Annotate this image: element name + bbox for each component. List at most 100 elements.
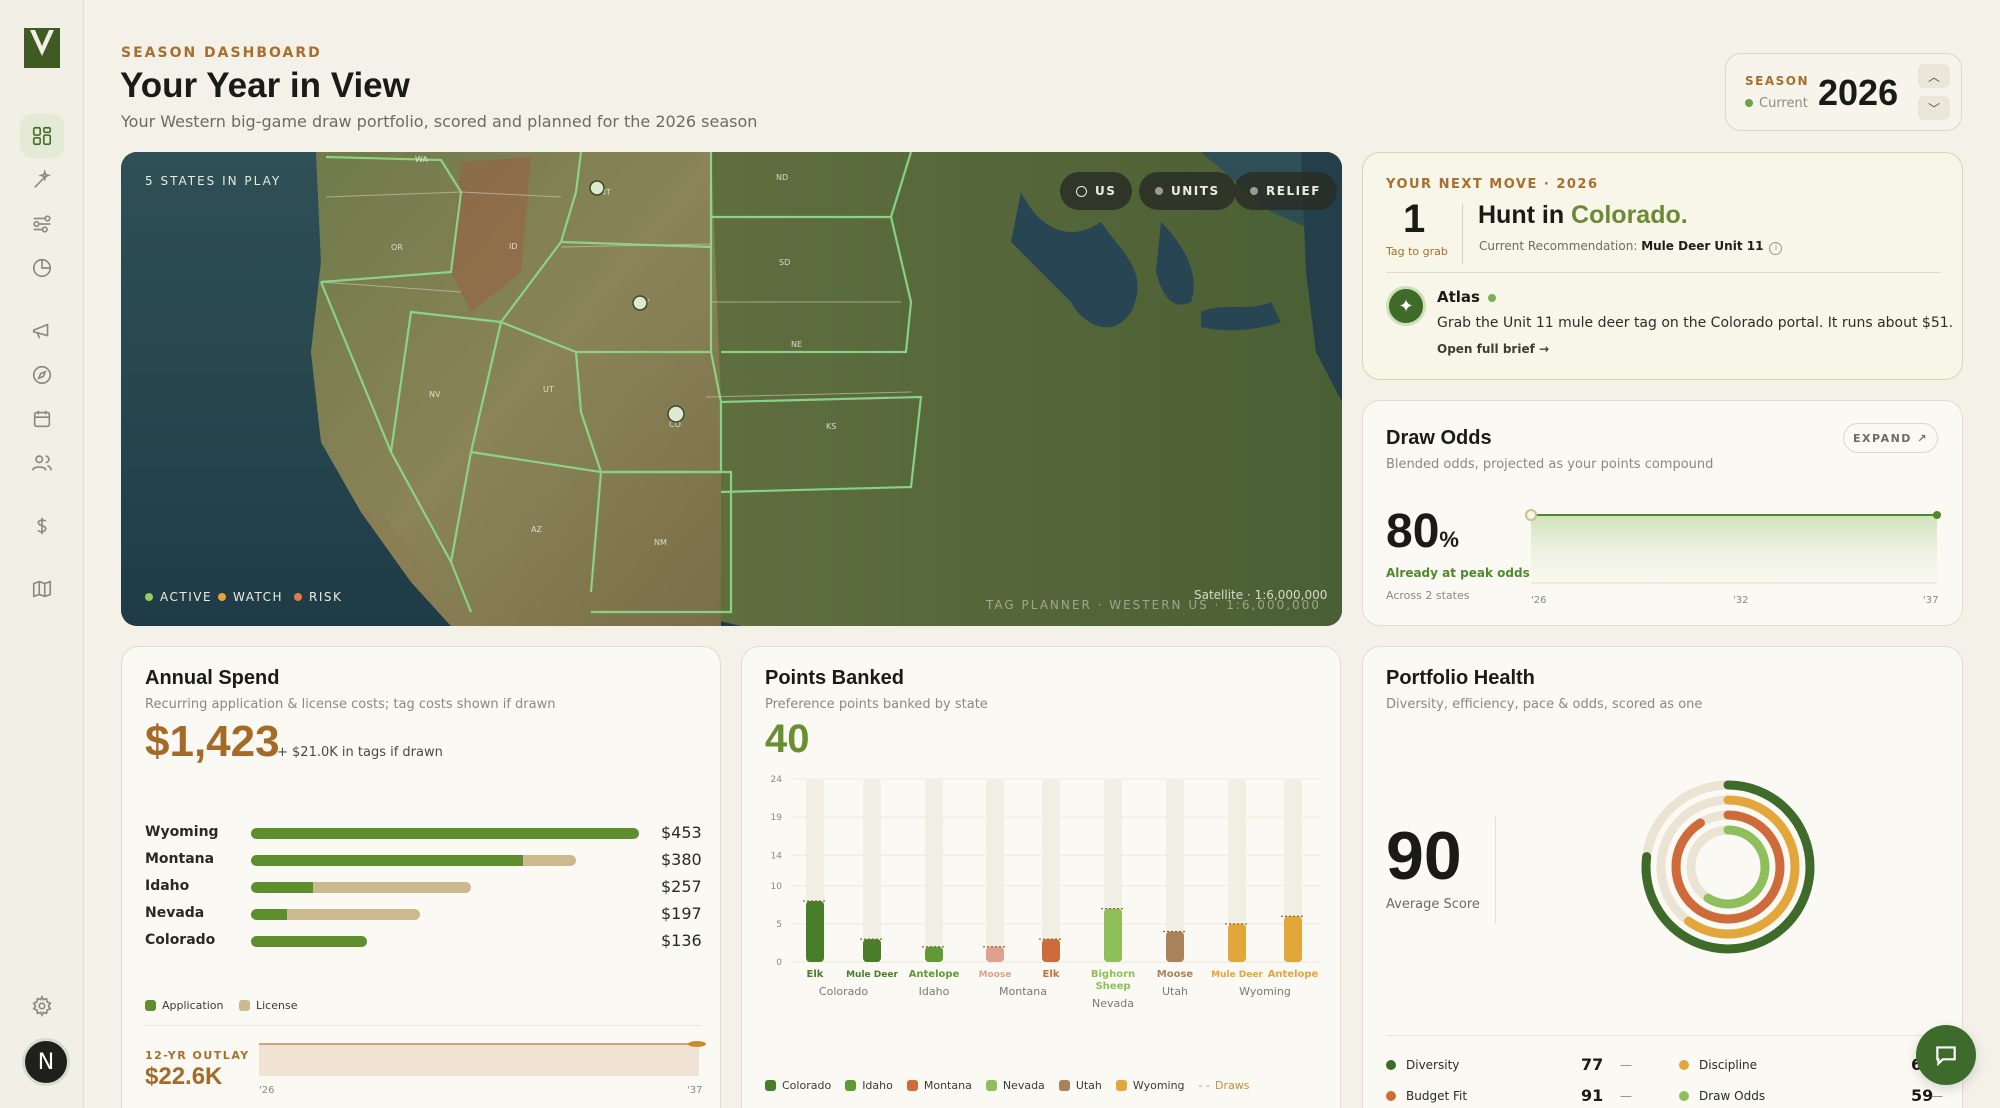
legend-application: Application (145, 999, 223, 1012)
legend-item: Montana (906, 1079, 972, 1092)
nav-applications-icon[interactable] (20, 309, 64, 353)
outlay-value: $22.6K (145, 1063, 223, 1090)
points-bar[interactable] (806, 901, 824, 962)
outlay-area (259, 1044, 699, 1076)
chat-button[interactable] (1916, 1025, 1976, 1085)
season-year: 2026 (1818, 72, 1899, 113)
points-bar[interactable] (925, 946, 943, 962)
points-bar[interactable] (1284, 916, 1302, 962)
map-toggle-relief[interactable]: RELIEF (1234, 172, 1337, 210)
bar-track (1042, 779, 1060, 962)
draw-odds-title: Draw Odds (1386, 427, 1492, 449)
metric-value: 59 (1911, 1086, 1934, 1105)
states-map[interactable]: WAORID NVUTAZ NMMTWY CONDSD NEKS 5 STATE… (121, 152, 1342, 626)
legend-swatch (1115, 1080, 1127, 1091)
portfolio-health-title: Portfolio Health (1386, 667, 1535, 689)
atlas-message: Grab the Unit 11 mule deer tag on the Co… (1437, 315, 1954, 331)
spend-state: Montana (145, 851, 215, 867)
season-down-button[interactable]: ﹀ (1918, 96, 1950, 120)
atlas-name-text: Atlas (1437, 288, 1480, 306)
legend-license-label: License (256, 999, 298, 1012)
info-icon[interactable]: i (1769, 242, 1783, 255)
open-brief-link[interactable]: Open full brief → (1437, 342, 1549, 356)
nav-calendar-icon[interactable] (20, 397, 64, 441)
metric-label: Diversity (1406, 1058, 1460, 1072)
across-states-label: Across 2 states (1386, 589, 1470, 602)
settings-gear-icon[interactable] (20, 984, 64, 1028)
user-avatar[interactable]: N (22, 1038, 70, 1086)
legend-swatch (906, 1080, 918, 1091)
points-bar[interactable] (1166, 931, 1184, 963)
nav-group-icon[interactable] (20, 441, 64, 485)
application-bar (251, 909, 287, 920)
recommendation-label: Current Recommendation: (1479, 239, 1642, 253)
nav-dashboard-icon[interactable] (20, 114, 64, 158)
avatar-initial: N (37, 1049, 55, 1075)
application-bar (251, 855, 524, 866)
expand-button[interactable]: EXPAND ↗ (1843, 423, 1938, 453)
season-selector[interactable]: SEASON Current 2026 ︿ ﹀ (1725, 53, 1962, 131)
nav-explore-icon[interactable] (20, 353, 64, 397)
svg-text:NE: NE (791, 340, 802, 349)
trend-flat-icon: — (1931, 1089, 1943, 1103)
nav-map-icon[interactable] (20, 567, 64, 611)
nav-finance-icon[interactable] (20, 504, 64, 548)
map-toggle-us[interactable]: US (1060, 172, 1133, 210)
season-up-button[interactable]: ︿ (1918, 64, 1950, 88)
spend-state: Idaho (145, 878, 190, 894)
annual-spend-title: Annual Spend (145, 667, 280, 689)
chat-bubble-icon (1936, 1046, 1956, 1067)
application-swatch (145, 1000, 156, 1011)
metric-label: Draw Odds (1699, 1089, 1766, 1103)
points-bar[interactable] (1104, 908, 1122, 962)
nav-strategy-icon[interactable] (20, 158, 64, 202)
bar-track (986, 779, 1004, 962)
svg-text:SD: SD (779, 258, 790, 267)
metric-diversity: Diversity (1386, 1058, 1459, 1072)
map-toggle-units-label: UNITS (1171, 184, 1220, 198)
svg-text:OR: OR (391, 243, 403, 252)
spend-row: Wyoming $453 (145, 823, 705, 843)
nav-planner-icon[interactable] (20, 202, 64, 246)
points-total: 40 (765, 717, 810, 761)
state-group-label: Colorado (819, 985, 868, 998)
odds-value: 80% (1386, 504, 1459, 559)
map-toggle-units[interactable]: UNITS (1139, 172, 1236, 210)
species-label: Elk (1043, 969, 1060, 980)
legend-swatch (985, 1080, 997, 1091)
nav-portfolio-icon[interactable] (20, 246, 64, 290)
outlay-sparkline: '26 '37 (259, 1041, 706, 1096)
map-legend-active: ACTIVE (145, 590, 212, 604)
species-label: Antelope (909, 969, 960, 980)
y-tick-label: 24 (771, 775, 783, 785)
points-bar[interactable] (986, 946, 1004, 962)
spend-value: $257 (661, 877, 702, 896)
species-label: Mule Deer (1211, 970, 1263, 980)
health-score-label: Average Score (1386, 897, 1480, 912)
metric-label: Discipline (1699, 1058, 1758, 1072)
license-bar (523, 855, 577, 866)
page-subtitle: Your Western big-game draw portfolio, sc… (121, 112, 758, 131)
points-banked-subtitle: Preference points banked by state (765, 697, 988, 712)
odds-x-tick: '26 (1531, 595, 1546, 606)
legend-item: Wyoming (1115, 1079, 1185, 1092)
legend-license: License (239, 999, 297, 1012)
brand-logo[interactable] (22, 26, 62, 70)
application-bar (251, 882, 313, 893)
health-radial-chart (1641, 780, 1815, 954)
legend-application-label: Application (162, 999, 224, 1012)
state-group-label: Montana (999, 985, 1047, 998)
points-bar[interactable] (1228, 923, 1246, 962)
spend-value: $380 (661, 850, 702, 869)
annual-spend-card: Annual Spend Recurring application & lic… (121, 646, 721, 1108)
trend-flat-icon: — (1620, 1058, 1632, 1072)
separator (1386, 272, 1941, 273)
draw-odds-subtitle: Blended odds, projected as your points c… (1386, 457, 1714, 472)
points-bar[interactable] (1042, 939, 1060, 962)
outlay-label: 12-YR OUTLAY (145, 1049, 250, 1062)
map-legend-watch-label: WATCH (233, 590, 284, 604)
points-bar[interactable] (863, 939, 881, 962)
state-group-label: Nevada (1092, 997, 1134, 1010)
species-label: Elk (807, 969, 824, 980)
map-legend-active-label: ACTIVE (160, 590, 213, 604)
